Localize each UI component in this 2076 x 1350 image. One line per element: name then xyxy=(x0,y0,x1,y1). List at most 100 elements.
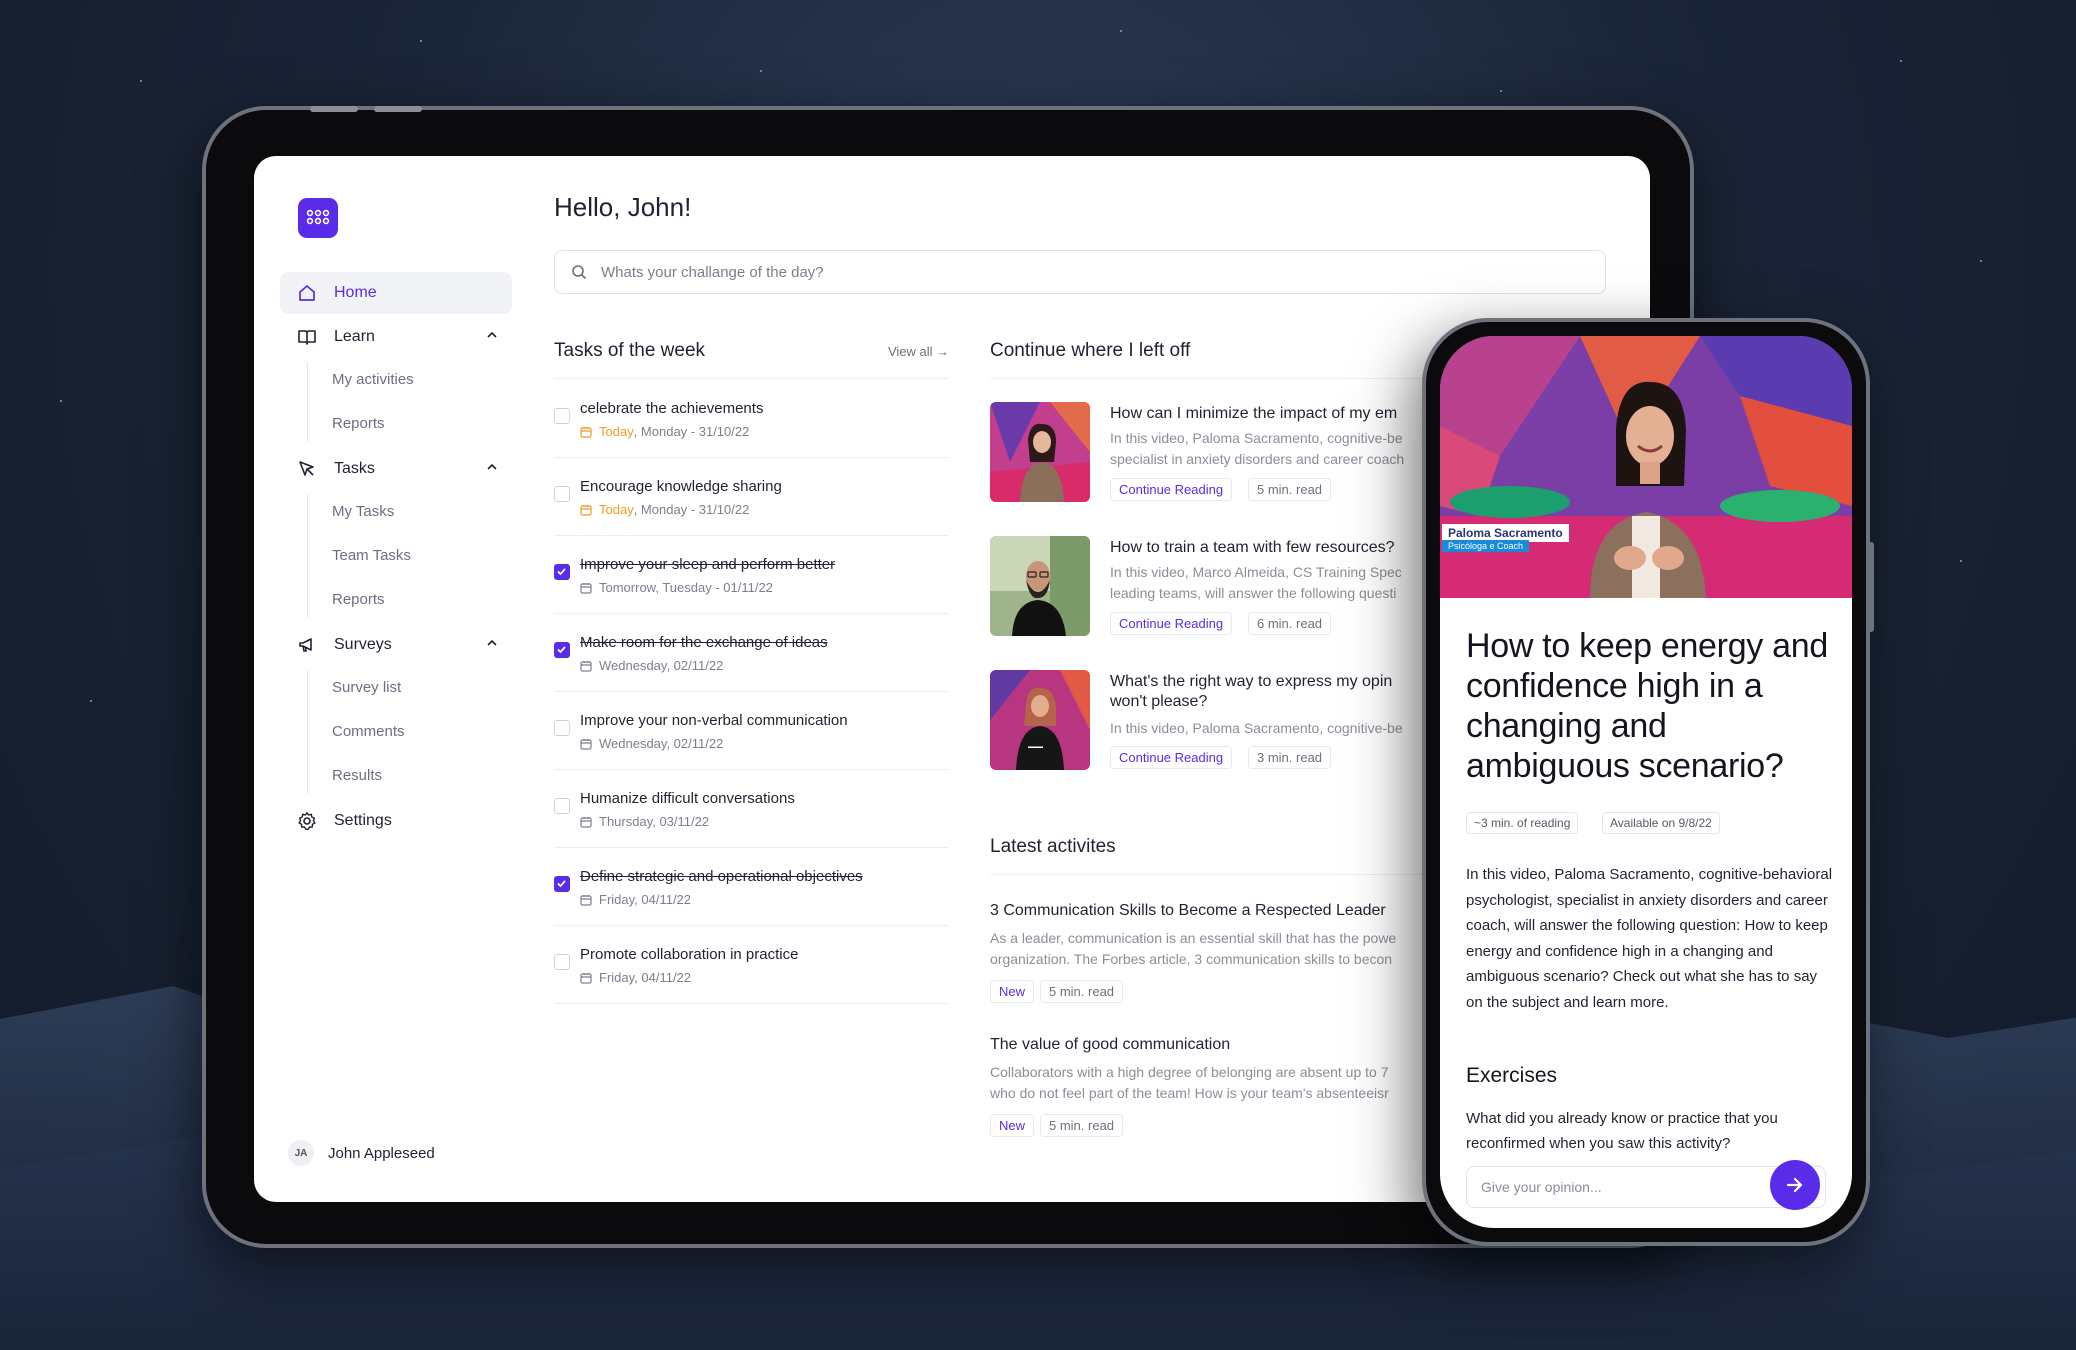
calendar-icon xyxy=(580,972,592,984)
calendar-icon xyxy=(580,504,592,516)
megaphone-icon xyxy=(296,634,318,656)
search-icon xyxy=(571,264,587,280)
task-date-label: Friday, 04/11/22 xyxy=(599,970,692,985)
task-checkbox[interactable] xyxy=(554,408,570,424)
task-today-label: Today xyxy=(599,424,634,439)
task-title[interactable]: Improve your sleep and perform better xyxy=(580,556,835,573)
continue-card-description: In this video, Paloma Sacramento, cognit… xyxy=(1110,720,1403,736)
speaker-role-badge: Psicóloga e Coach xyxy=(1442,540,1530,552)
search-input[interactable]: Whats your challange of the day? xyxy=(554,250,1606,294)
task-row[interactable]: Define strategic and operational objecti… xyxy=(554,848,948,926)
calendar-icon xyxy=(580,738,592,750)
calendar-icon xyxy=(580,426,592,438)
continue-card-title[interactable]: How to train a team with few resources? xyxy=(1110,538,1430,558)
send-button[interactable] xyxy=(1770,1160,1820,1210)
opinion-placeholder: Give your opinion... xyxy=(1481,1179,1602,1195)
check-icon xyxy=(557,880,566,888)
task-row[interactable]: Make room for the exchange of ideas Wedne… xyxy=(554,614,948,692)
new-badge: New xyxy=(990,1114,1035,1137)
continue-section-title: Continue where I left off xyxy=(990,340,1191,361)
check-icon xyxy=(557,646,566,654)
latest-activity-item[interactable]: 3 Communication Skills to Become a Respe… xyxy=(990,902,1430,1003)
continue-card[interactable]: How can I minimize the impact of my em I… xyxy=(990,402,1430,502)
task-title[interactable]: celebrate the achievements xyxy=(580,400,763,417)
task-row[interactable]: Promote collaboration in practice Friday,… xyxy=(554,926,948,1004)
article-description: In this video, Paloma Sacramento, cognit… xyxy=(1466,866,1833,1011)
continue-card-title[interactable]: How can I minimize the impact of my em xyxy=(1110,404,1430,424)
task-date-label: , Monday - 31/10/22 xyxy=(633,502,750,517)
chevron-up-icon[interactable] xyxy=(486,460,498,478)
article-title: How to keep energy and confidence high i… xyxy=(1466,627,1828,785)
video-thumbnail[interactable] xyxy=(990,402,1090,502)
latest-activity-description: organization. The Forbes article, 3 comm… xyxy=(990,951,1393,967)
continue-card-title[interactable]: What's the right way to express my opin … xyxy=(1110,672,1430,712)
task-checkbox[interactable] xyxy=(554,798,570,814)
latest-section-title: Latest activites xyxy=(990,836,1116,857)
video-thumbnail[interactable] xyxy=(990,536,1090,636)
task-due-date: Wednesday, 02/11/22 xyxy=(580,736,723,751)
sidebar-subitem-results[interactable]: Results xyxy=(332,766,382,786)
sidebar-item-home[interactable]: Home xyxy=(280,272,512,314)
video-hero-image[interactable]: Paloma Sacramento Psicóloga e Coach xyxy=(1440,336,1852,598)
avatar: JA xyxy=(288,1140,314,1166)
task-checkbox[interactable] xyxy=(554,720,570,736)
task-checkbox[interactable] xyxy=(554,876,570,892)
task-date-label: Thursday, 03/11/22 xyxy=(599,814,710,829)
view-all-link[interactable]: View all → xyxy=(888,344,949,359)
task-row[interactable]: Encourage knowledge sharing Today, Monday… xyxy=(554,458,948,536)
task-row[interactable]: Humanize difficult conversations Thursday… xyxy=(554,770,948,848)
sidebar-subitem-my-tasks[interactable]: My Tasks xyxy=(332,502,394,522)
sidebar-subitem-survey-list[interactable]: Survey list xyxy=(332,678,401,698)
latest-activity-description: who do not feel part of the team! How is… xyxy=(990,1085,1389,1101)
chevron-up-icon[interactable] xyxy=(486,328,498,346)
sidebar-subitem-tasks-reports[interactable]: Reports xyxy=(332,590,385,610)
task-title[interactable]: Promote collaboration in practice xyxy=(580,946,798,963)
task-title[interactable]: Define strategic and operational objecti… xyxy=(580,868,863,885)
sidebar-subitem-team-tasks[interactable]: Team Tasks xyxy=(332,546,411,566)
task-row[interactable]: Improve your sleep and perform better Tom… xyxy=(554,536,948,614)
task-checkbox[interactable] xyxy=(554,642,570,658)
task-checkbox[interactable] xyxy=(554,564,570,580)
task-checkbox[interactable] xyxy=(554,954,570,970)
task-checkbox[interactable] xyxy=(554,486,570,502)
task-title[interactable]: Make room for the exchange of ideas xyxy=(580,634,828,651)
continue-card[interactable]: ▬▬▬ What's the right way to express my o… xyxy=(990,670,1430,770)
task-due-date: Today, Monday - 31/10/22 xyxy=(580,502,749,517)
cursor-icon xyxy=(296,458,318,480)
video-thumbnail[interactable]: ▬▬▬ xyxy=(990,670,1090,770)
user-profile[interactable]: JA John Appleseed xyxy=(288,1140,435,1166)
chevron-up-icon[interactable] xyxy=(486,636,498,654)
continue-reading-button[interactable]: Continue Reading xyxy=(1110,478,1233,501)
continue-reading-button[interactable]: Continue Reading xyxy=(1110,746,1233,769)
phone-device: Paloma Sacramento Psicóloga e Coach How … xyxy=(1422,318,1874,1246)
task-title[interactable]: Improve your non-verbal communication xyxy=(580,712,848,729)
sidebar-subitem-my-activities[interactable]: My activities xyxy=(332,370,414,390)
task-date-label: , Monday - 31/10/22 xyxy=(633,424,750,439)
latest-activity-title[interactable]: 3 Communication Skills to Become a Respe… xyxy=(990,902,1430,920)
sidebar-item-surveys[interactable]: Surveys xyxy=(280,624,512,666)
continue-card[interactable]: How to train a team with few resources? … xyxy=(990,536,1430,636)
sidebar-item-tasks[interactable]: Tasks xyxy=(280,448,512,490)
latest-activity-item[interactable]: The value of good communication Collabor… xyxy=(990,1036,1430,1137)
task-date-label: Wednesday, 02/11/22 xyxy=(599,736,724,751)
read-time-badge: 3 min. read xyxy=(1248,746,1332,769)
task-title[interactable]: Encourage knowledge sharing xyxy=(580,478,782,495)
latest-activity-title[interactable]: The value of good communication xyxy=(990,1036,1430,1054)
task-date-label: Tomorrow, Tuesday - 01/11/22 xyxy=(599,580,773,595)
sidebar-item-settings[interactable]: Settings xyxy=(280,800,512,842)
task-row[interactable]: celebrate the achievements Today, Monday … xyxy=(554,380,948,458)
exercise-question: What did you already know or practice th… xyxy=(1466,1110,1778,1152)
calendar-icon xyxy=(580,660,592,672)
calendar-icon xyxy=(580,894,592,906)
task-date-label: Friday, 04/11/22 xyxy=(599,892,692,907)
app-logo[interactable] xyxy=(298,198,338,238)
logo-icon xyxy=(306,209,330,225)
tasks-section-title: Tasks of the week xyxy=(554,340,706,361)
continue-reading-button[interactable]: Continue Reading xyxy=(1110,612,1233,635)
sidebar-subitem-learn-reports[interactable]: Reports xyxy=(332,414,385,434)
sidebar-item-learn[interactable]: Learn xyxy=(280,316,512,358)
sidebar-subitem-comments[interactable]: Comments xyxy=(332,722,405,742)
task-title[interactable]: Humanize difficult conversations xyxy=(580,790,795,807)
task-row[interactable]: Improve your non-verbal communication Wed… xyxy=(554,692,948,770)
search-placeholder: Whats your challange of the day? xyxy=(601,263,824,281)
